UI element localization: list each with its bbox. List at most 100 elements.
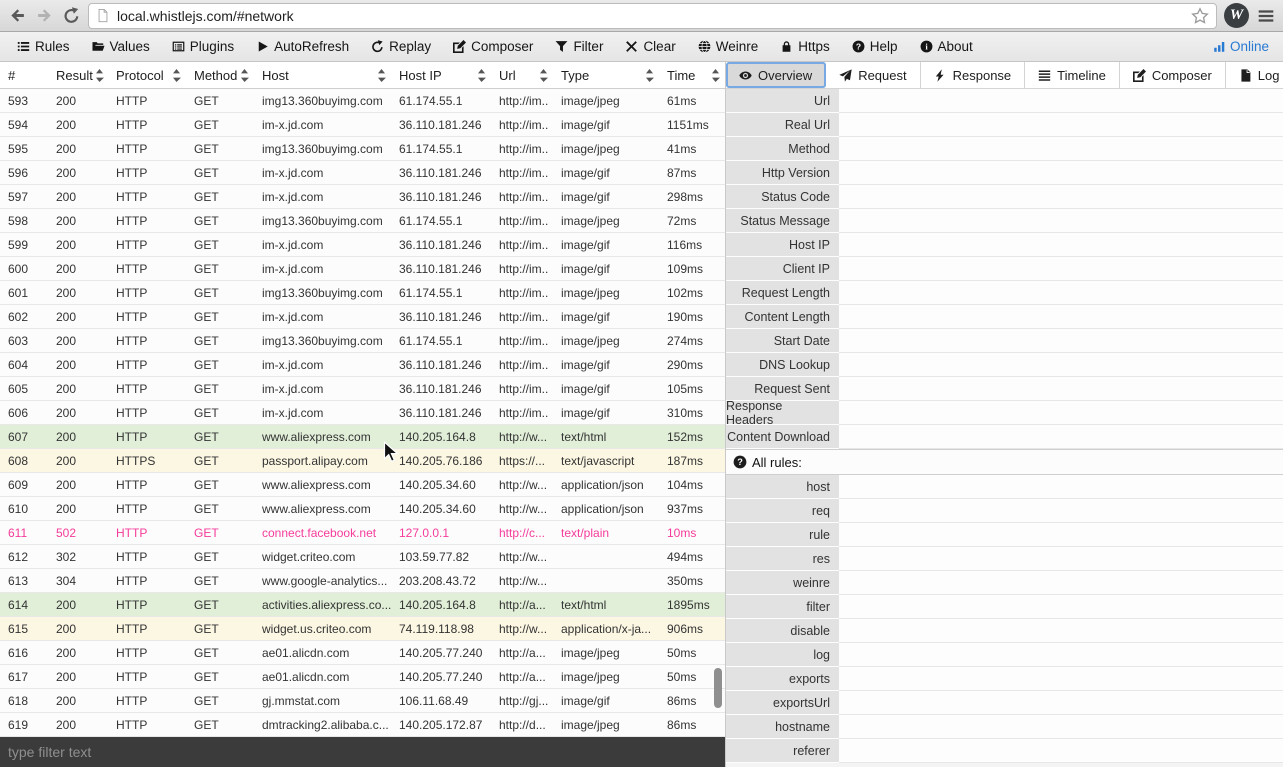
- request-row-608[interactable]: 608 200 HTTPS GET passport.alipay.com 140.205…: [0, 449, 725, 473]
- tab-request[interactable]: Request: [826, 62, 921, 88]
- tab-timeline[interactable]: Timeline: [1025, 62, 1120, 88]
- request-row-598[interactable]: 598 200 HTTP GET img13.360buyimg.com 61.174.5…: [0, 209, 725, 233]
- sort-arrows-icon[interactable]: [645, 68, 654, 82]
- url-text[interactable]: local.whistlejs.com/#network: [117, 8, 1184, 24]
- toolbar-item-autorefresh[interactable]: AutoRefresh: [245, 32, 360, 61]
- request-row-610[interactable]: 610 200 HTTP GET www.aliexpress.com 140.205.3…: [0, 497, 725, 521]
- sort-arrows-icon[interactable]: [240, 68, 249, 82]
- column-header-method[interactable]: Method: [186, 62, 254, 88]
- column-header-label: Method: [194, 67, 238, 83]
- cell-host: img13.360buyimg.com: [262, 213, 383, 228]
- cell-method: GET: [194, 237, 219, 252]
- column-header-host-ip[interactable]: Host IP: [391, 62, 491, 88]
- sort-arrows-icon[interactable]: [539, 68, 548, 82]
- cell-protocol: HTTP: [116, 117, 148, 132]
- toolbar-item-rules[interactable]: Rules: [6, 32, 81, 61]
- sort-arrows-icon[interactable]: [172, 68, 181, 82]
- cell-method: GET: [194, 645, 219, 660]
- cell-host: connect.facebook.net: [262, 525, 377, 540]
- toolbar-item-values[interactable]: Values: [81, 32, 161, 61]
- toolbar-item-https[interactable]: Https: [769, 32, 841, 61]
- whistle-extension-icon[interactable]: W: [1224, 3, 1249, 28]
- cell-protocol: HTTP: [116, 573, 148, 588]
- request-row-596[interactable]: 596 200 HTTP GET im-x.jd.com 36.110.181.246 ht…: [0, 161, 725, 185]
- toolbar-item-about[interactable]: i About: [909, 32, 984, 61]
- funnel-icon: [555, 40, 568, 53]
- cell-host: im-x.jd.com: [262, 381, 324, 396]
- cell-result: 200: [56, 309, 77, 324]
- cell-url: http://im..: [499, 357, 549, 372]
- sort-arrows-icon[interactable]: [477, 68, 486, 82]
- request-row-597[interactable]: 597 200 HTTP GET im-x.jd.com 36.110.181.246 ht…: [0, 185, 725, 209]
- online-status[interactable]: Online: [1213, 39, 1277, 54]
- cell-num: 603: [8, 333, 29, 348]
- request-row-615[interactable]: 615 200 HTTP GET widget.us.criteo.com 74.119.…: [0, 617, 725, 641]
- request-row-603[interactable]: 603 200 HTTP GET img13.360buyimg.com 61.174.5…: [0, 329, 725, 353]
- column-header-url[interactable]: Url: [491, 62, 553, 88]
- browser-menu-icon[interactable]: [1256, 6, 1276, 26]
- bookmark-star-icon[interactable]: [1191, 6, 1209, 25]
- request-row-599[interactable]: 599 200 HTTP GET im-x.jd.com 36.110.181.246 ht…: [0, 233, 725, 257]
- toolbar-item-replay[interactable]: Replay: [360, 32, 442, 61]
- overview-field-row: Method: [726, 137, 1283, 161]
- tab-overview[interactable]: Overview: [726, 62, 827, 88]
- reload-icon[interactable]: [61, 6, 81, 26]
- column-header-label: Type: [561, 67, 590, 83]
- request-row-595[interactable]: 595 200 HTTP GET img13.360buyimg.com 61.174.5…: [0, 137, 725, 161]
- request-row-601[interactable]: 601 200 HTTP GET img13.360buyimg.com 61.174.5…: [0, 281, 725, 305]
- cell-result: 200: [56, 357, 77, 372]
- request-row-593[interactable]: 593 200 HTTP GET img13.360buyimg.com 61.174.5…: [0, 89, 725, 113]
- request-row-614[interactable]: 614 200 HTTP GET activities.aliexpress.co...…: [0, 593, 725, 617]
- toolbar-item-weinre[interactable]: Weinre: [687, 32, 770, 61]
- column-header-host[interactable]: Host: [254, 62, 391, 88]
- column-header-protocol[interactable]: Protocol: [108, 62, 186, 88]
- request-row-605[interactable]: 605 200 HTTP GET im-x.jd.com 36.110.181.246 ht…: [0, 377, 725, 401]
- request-row-617[interactable]: 617 200 HTTP GET ae01.alicdn.com 140.205.77.2…: [0, 665, 725, 689]
- request-row-616[interactable]: 616 200 HTTP GET ae01.alicdn.com 140.205.77.2…: [0, 641, 725, 665]
- column-header-label: Host IP: [399, 67, 442, 83]
- table-scrollbar-thumb[interactable]: [714, 668, 722, 708]
- toolbar-item-clear[interactable]: Clear: [614, 32, 686, 61]
- column-header-type[interactable]: Type: [553, 62, 659, 88]
- request-row-618[interactable]: 618 200 HTTP GET gj.mmstat.com 106.11.68.49 ht…: [0, 689, 725, 713]
- cell-result: 200: [56, 285, 77, 300]
- cell-host_ip: 140.205.164.8: [399, 429, 476, 444]
- request-row-613[interactable]: 613 304 HTTP GET www.google-analytics... 203.…: [0, 569, 725, 593]
- toolbar-item-help[interactable]: ? Help: [841, 32, 909, 61]
- rule-row: res: [726, 547, 1283, 571]
- address-bar[interactable]: local.whistlejs.com/#network: [88, 2, 1217, 29]
- tab-log[interactable]: Log: [1225, 62, 1283, 88]
- column-header-result[interactable]: Result: [48, 62, 108, 88]
- sort-arrows-icon[interactable]: [377, 68, 386, 82]
- back-icon[interactable]: [7, 6, 27, 26]
- request-row-607[interactable]: 607 200 HTTP GET www.aliexpress.com 140.205.1…: [0, 425, 725, 449]
- forward-icon[interactable]: [34, 6, 54, 26]
- request-row-604[interactable]: 604 200 HTTP GET im-x.jd.com 36.110.181.246 ht…: [0, 353, 725, 377]
- sort-arrows-icon[interactable]: [711, 68, 720, 82]
- cell-time: 10ms: [667, 525, 697, 540]
- request-row-600[interactable]: 600 200 HTTP GET im-x.jd.com 36.110.181.246 ht…: [0, 257, 725, 281]
- cell-time: 310ms: [667, 405, 704, 420]
- toolbar-item-composer[interactable]: Composer: [442, 32, 544, 61]
- tab-response[interactable]: Response: [920, 62, 1026, 88]
- sort-arrows-icon[interactable]: [95, 68, 104, 82]
- filter-input[interactable]: [0, 744, 725, 760]
- tab-composer[interactable]: Composer: [1119, 62, 1226, 88]
- cell-num: 608: [8, 453, 29, 468]
- plugins-icon: [172, 40, 185, 53]
- column-header-label: Url: [499, 67, 516, 83]
- request-row-612[interactable]: 612 302 HTTP GET widget.criteo.com 103.59.77.…: [0, 545, 725, 569]
- toolbar-item-filter[interactable]: Filter: [544, 32, 614, 61]
- signal-bars-icon: [1213, 40, 1226, 53]
- request-row-594[interactable]: 594 200 HTTP GET im-x.jd.com 36.110.181.246 ht…: [0, 113, 725, 137]
- request-row-602[interactable]: 602 200 HTTP GET im-x.jd.com 36.110.181.246 ht…: [0, 305, 725, 329]
- cell-method: GET: [194, 165, 219, 180]
- toolbar-item-plugins[interactable]: Plugins: [161, 32, 245, 61]
- cell-host: im-x.jd.com: [262, 189, 324, 204]
- column-header--[interactable]: #: [0, 62, 48, 88]
- column-header-time[interactable]: Time: [659, 62, 725, 88]
- request-row-609[interactable]: 609 200 HTTP GET www.aliexpress.com 140.205.3…: [0, 473, 725, 497]
- request-row-606[interactable]: 606 200 HTTP GET im-x.jd.com 36.110.181.246 ht…: [0, 401, 725, 425]
- request-row-619[interactable]: 619 200 HTTP GET dmtracking2.alibaba.c... 140…: [0, 713, 725, 737]
- request-row-611[interactable]: 611 502 HTTP GET connect.facebook.net 127.0.0…: [0, 521, 725, 545]
